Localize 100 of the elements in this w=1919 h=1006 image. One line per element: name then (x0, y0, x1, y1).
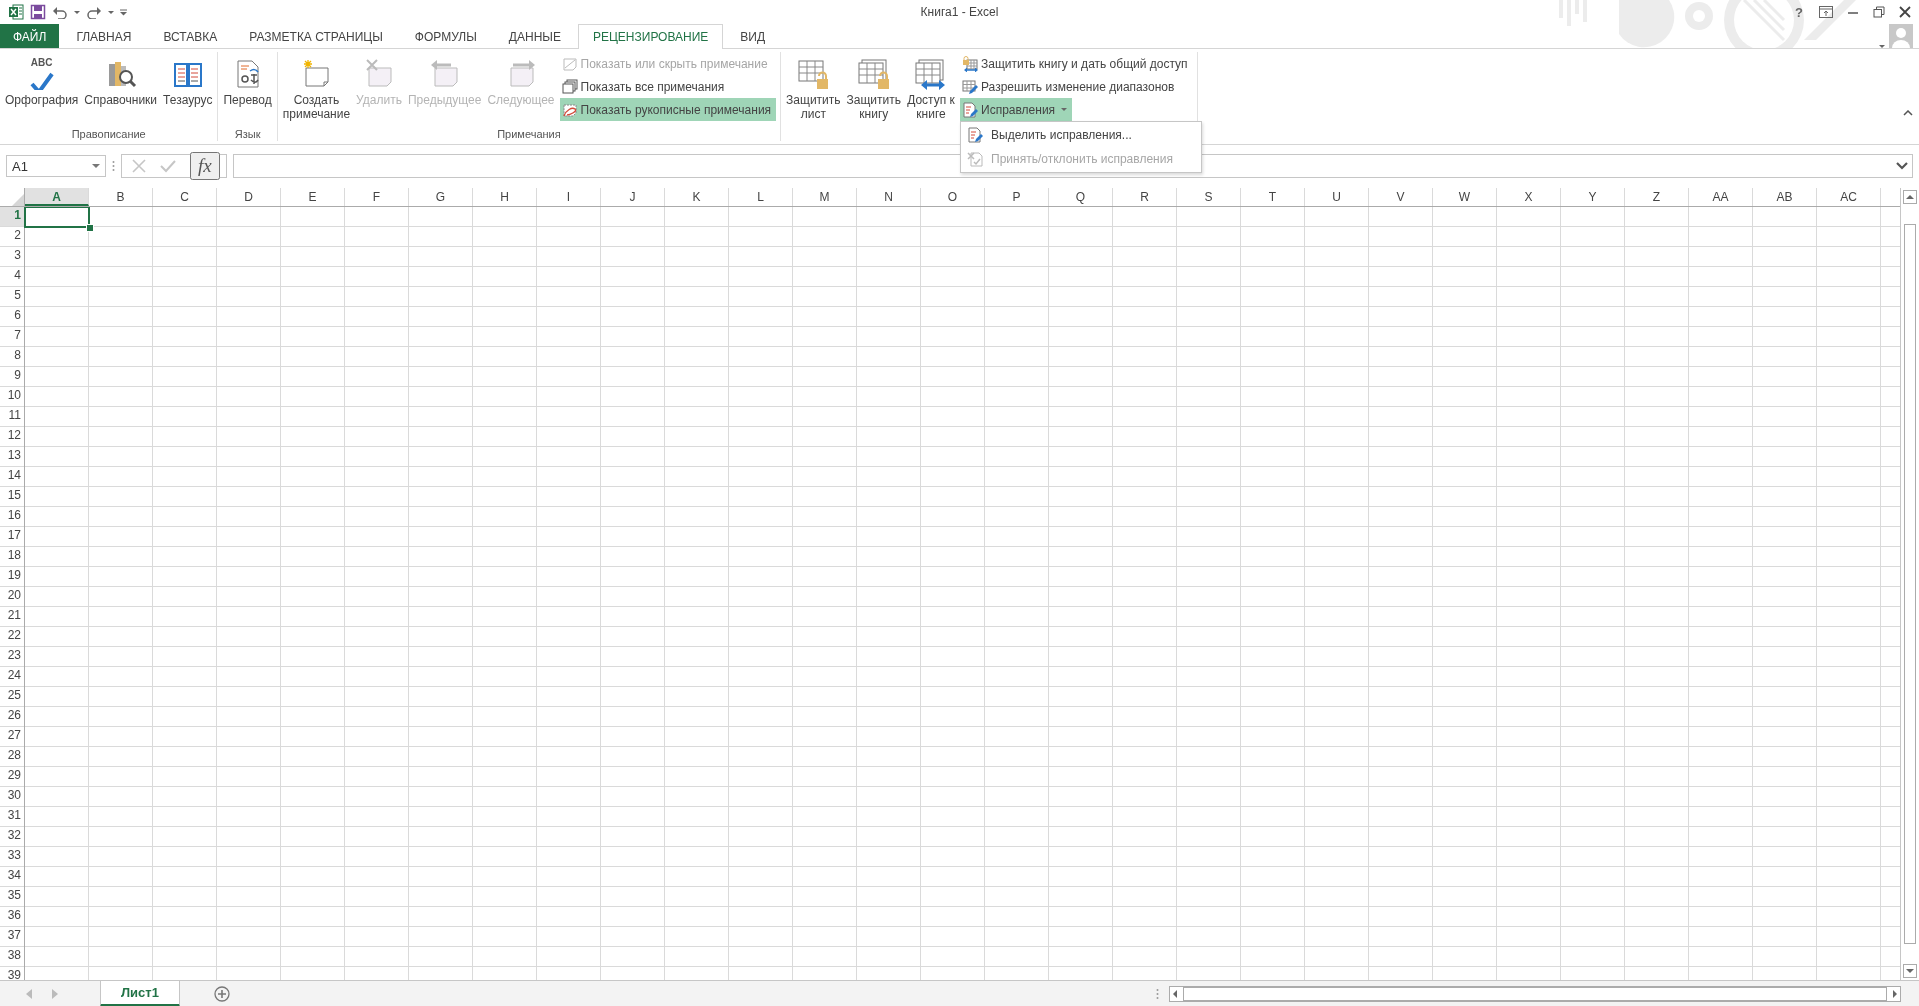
column-header[interactable]: Y (1561, 188, 1625, 206)
row-header[interactable]: 36 (0, 907, 24, 927)
column-header[interactable]: D (217, 188, 281, 206)
row-header[interactable]: 23 (0, 647, 24, 667)
help-button[interactable]: ? (1793, 4, 1805, 20)
scroll-up-icon[interactable] (1903, 190, 1917, 204)
ribbon-button[interactable]: Разрешить изменение диапазонов (960, 75, 1193, 98)
row-header[interactable]: 28 (0, 747, 24, 767)
name-box[interactable]: A1 (6, 155, 106, 177)
close-icon[interactable] (1899, 6, 1911, 18)
ribbon-tab[interactable]: ГЛАВНАЯ (61, 24, 147, 48)
column-header[interactable]: B (89, 188, 153, 206)
customize-toolbar-icon[interactable] (120, 8, 127, 16)
column-header[interactable]: AA (1689, 188, 1753, 206)
sheet-tab[interactable]: Лист1 (100, 980, 180, 1006)
ribbon-button[interactable]: ABC Орфография (3, 52, 81, 109)
resize-handle-icon[interactable] (112, 160, 115, 172)
excel-logo-icon[interactable] (8, 4, 24, 20)
formula-input[interactable] (232, 154, 1913, 178)
save-icon[interactable] (30, 4, 46, 20)
row-header[interactable]: 17 (0, 527, 24, 547)
row-header[interactable]: 7 (0, 327, 24, 347)
scrollbar-thumb[interactable] (1183, 987, 1887, 1001)
ribbon-button[interactable]: Защитить лист (784, 52, 843, 123)
column-header[interactable]: S (1177, 188, 1241, 206)
expand-icon[interactable] (1896, 162, 1908, 170)
row-header[interactable]: 4 (0, 267, 24, 287)
column-header[interactable]: P (985, 188, 1049, 206)
column-header[interactable]: I (537, 188, 601, 206)
row-header[interactable]: 16 (0, 507, 24, 527)
row-header[interactable]: 34 (0, 867, 24, 887)
collapse-ribbon-icon[interactable] (1903, 110, 1913, 116)
column-header[interactable]: O (921, 188, 985, 206)
column-header[interactable]: G (409, 188, 473, 206)
row-header[interactable]: 13 (0, 447, 24, 467)
ribbon-tab[interactable]: ВИД (725, 24, 781, 48)
scroll-down-icon[interactable] (1903, 964, 1917, 978)
ribbon-display-icon[interactable] (1819, 6, 1833, 18)
ribbon-button[interactable]: Доступ к книге (905, 52, 957, 123)
column-header[interactable]: E (281, 188, 345, 206)
column-header[interactable]: Z (1625, 188, 1689, 206)
row-header[interactable]: 15 (0, 487, 24, 507)
undo-icon[interactable] (52, 5, 68, 19)
ribbon-button[interactable]: Показать все примечания (559, 75, 777, 98)
row-header[interactable]: 5 (0, 287, 24, 307)
restore-icon[interactable] (1873, 6, 1885, 18)
row-header[interactable]: 37 (0, 927, 24, 947)
column-header[interactable]: J (601, 188, 665, 206)
row-header[interactable]: 14 (0, 467, 24, 487)
ribbon-tab[interactable]: ВСТАВКА (148, 24, 233, 48)
file-tab[interactable]: ФАЙЛ (0, 24, 60, 48)
row-header[interactable]: 3 (0, 247, 24, 267)
row-header[interactable]: 2 (0, 227, 24, 247)
ribbon-button[interactable]: Перевод (221, 52, 274, 109)
column-header[interactable]: Q (1049, 188, 1113, 206)
column-header[interactable]: N (857, 188, 921, 206)
row-header[interactable]: 1 (0, 207, 24, 227)
menu-item[interactable]: Выделить исправления... (961, 123, 1201, 147)
row-header[interactable]: 18 (0, 547, 24, 567)
add-sheet-icon[interactable] (213, 986, 230, 1002)
column-header[interactable]: V (1369, 188, 1433, 206)
horizontal-scrollbar[interactable] (1169, 986, 1901, 1002)
column-header[interactable]: U (1305, 188, 1369, 206)
ribbon-button[interactable]: Показать рукописные примечания (559, 98, 777, 121)
ribbon-tab[interactable]: ФОРМУЛЫ (399, 24, 492, 48)
row-header[interactable]: 27 (0, 727, 24, 747)
row-header[interactable]: 8 (0, 347, 24, 367)
redo-icon[interactable] (86, 5, 102, 19)
dropdown-button[interactable]: Исправления (960, 98, 1073, 121)
row-header[interactable]: 9 (0, 367, 24, 387)
row-header[interactable]: 35 (0, 887, 24, 907)
ribbon-button[interactable]: Создать примечание (280, 52, 353, 123)
row-header[interactable]: 19 (0, 567, 24, 587)
row-header[interactable]: 20 (0, 587, 24, 607)
row-header[interactable]: 21 (0, 607, 24, 627)
ribbon-button[interactable]: Защитить книгу (844, 52, 903, 123)
column-header[interactable]: K (665, 188, 729, 206)
vertical-scrollbar-thumb[interactable] (1904, 224, 1916, 944)
column-header[interactable]: M (793, 188, 857, 206)
ribbon-button[interactable]: Тезаурус (161, 52, 215, 109)
insert-function-button[interactable]: fx (190, 152, 220, 180)
row-header[interactable]: 11 (0, 407, 24, 427)
column-header[interactable]: W (1433, 188, 1497, 206)
scroll-right-icon[interactable] (1890, 988, 1900, 1000)
resize-handle-icon[interactable] (1156, 988, 1159, 1000)
row-header[interactable]: 22 (0, 627, 24, 647)
ribbon-tab[interactable]: РЕЦЕНЗИРОВАНИЕ (577, 24, 724, 49)
column-header[interactable]: R (1113, 188, 1177, 206)
column-header[interactable]: AC (1817, 188, 1881, 206)
column-header[interactable]: X (1497, 188, 1561, 206)
row-header[interactable]: 6 (0, 307, 24, 327)
ribbon-tab[interactable]: ДАННЫЕ (493, 24, 576, 48)
row-header[interactable]: 33 (0, 847, 24, 867)
row-header[interactable]: 10 (0, 387, 24, 407)
row-header[interactable]: 24 (0, 667, 24, 687)
row-header[interactable]: 12 (0, 427, 24, 447)
column-header[interactable]: C (153, 188, 217, 206)
caret-icon[interactable] (74, 10, 80, 14)
row-header[interactable]: 38 (0, 947, 24, 967)
caret-icon[interactable] (108, 10, 114, 14)
